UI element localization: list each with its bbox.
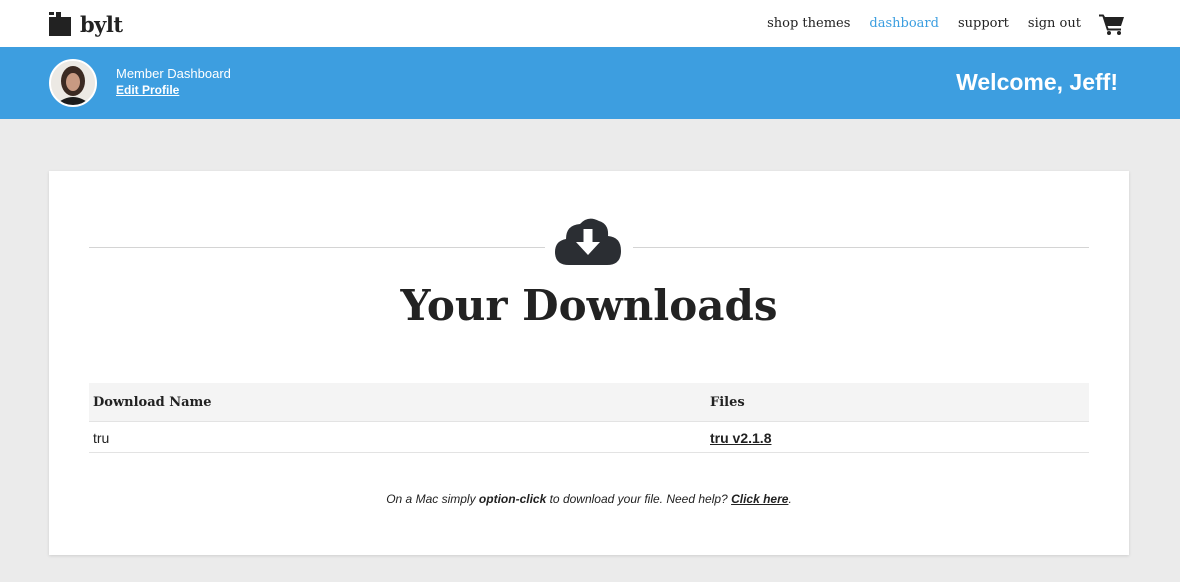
welcome-message: Welcome, Jeff! xyxy=(956,69,1118,95)
nav-support[interactable]: support xyxy=(958,16,1009,31)
download-name-cell: tru xyxy=(93,430,110,446)
help-link[interactable]: Click here xyxy=(731,492,788,506)
nav-dashboard[interactable]: dashboard xyxy=(869,16,939,31)
cloud-download-icon xyxy=(555,218,621,265)
table-header: Download Name Files xyxy=(89,383,1089,421)
note-suffix: . xyxy=(788,492,792,506)
shopping-cart-icon[interactable] xyxy=(1099,13,1125,35)
note-option-click: option-click xyxy=(478,492,547,506)
member-banner: Member Dashboard Edit Profile Welcome, J… xyxy=(0,47,1180,119)
user-photo-icon xyxy=(51,61,95,105)
divider-right xyxy=(633,247,1089,248)
nav-links: shop themes dashboard support sign out xyxy=(748,16,1081,31)
nav-shop-themes[interactable]: shop themes xyxy=(767,16,850,31)
download-help-note: On a Mac simply option-click to download… xyxy=(49,492,1129,506)
edit-profile-link[interactable]: Edit Profile xyxy=(116,83,179,97)
downloads-table: Download Name Files tru tru v2.1.8 xyxy=(89,383,1089,453)
page-title: Your Downloads xyxy=(400,281,778,330)
nav-sign-out[interactable]: sign out xyxy=(1028,16,1081,31)
brand-name: bylt xyxy=(80,11,123,37)
table-row: tru tru v2.1.8 xyxy=(89,421,1089,453)
top-navigation: bylt shop themes dashboard support sign … xyxy=(0,0,1180,47)
member-dashboard-title: Member Dashboard xyxy=(116,66,231,81)
brand-logo[interactable]: bylt xyxy=(49,11,123,37)
column-download-name: Download Name xyxy=(93,395,212,410)
bylt-logo-icon xyxy=(49,12,71,36)
divider-left xyxy=(89,247,545,248)
column-files: Files xyxy=(710,395,745,410)
file-download-link[interactable]: tru v2.1.8 xyxy=(710,430,771,446)
downloads-card: Your Downloads Download Name Files tru t… xyxy=(49,171,1129,555)
note-middle: to download your file. Need help? xyxy=(546,492,732,506)
avatar[interactable] xyxy=(49,59,97,107)
note-prefix: On a Mac simply xyxy=(386,492,479,506)
